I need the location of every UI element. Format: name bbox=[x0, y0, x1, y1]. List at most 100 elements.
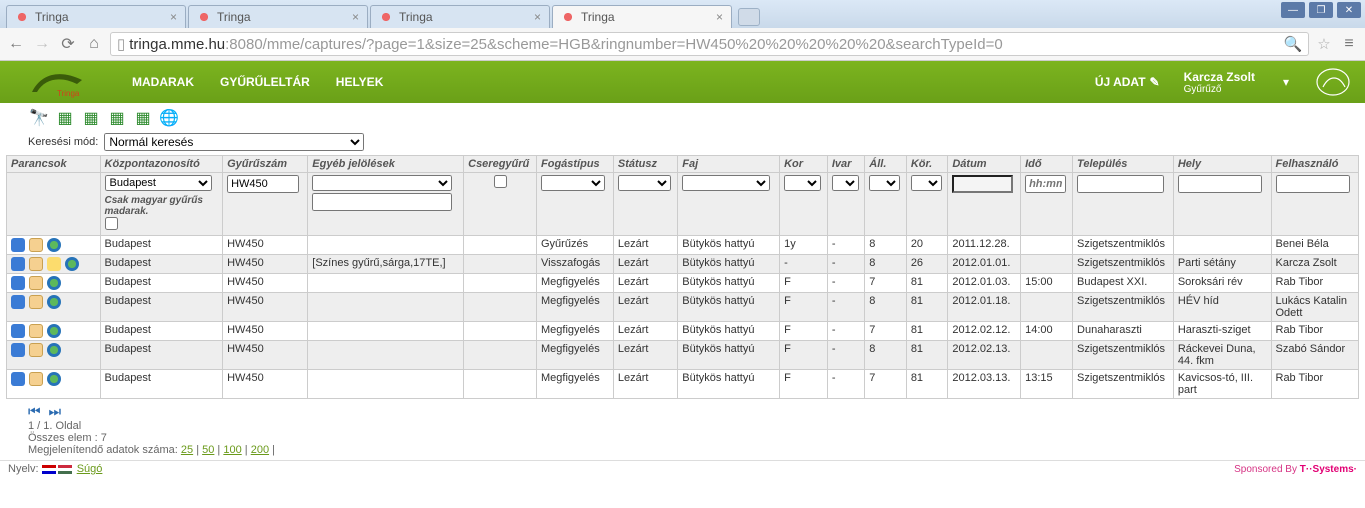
column-header[interactable]: Kör. bbox=[906, 156, 948, 173]
column-header[interactable]: Parancsok bbox=[7, 156, 101, 173]
new-tab-button[interactable] bbox=[738, 8, 760, 26]
browser-tab[interactable]: Tringa× bbox=[188, 5, 368, 28]
app-logo[interactable]: Tringa bbox=[12, 63, 102, 101]
export-excel-4-icon[interactable]: ▦ bbox=[132, 107, 154, 129]
nav-rings[interactable]: GYŰRŰLELTÁR bbox=[220, 75, 310, 89]
filter-othermark-select[interactable] bbox=[312, 175, 452, 191]
column-header[interactable]: Áll. bbox=[865, 156, 907, 173]
row-bird-icon[interactable] bbox=[11, 324, 25, 338]
lang-en-icon[interactable] bbox=[42, 465, 56, 474]
row-sheet-icon[interactable] bbox=[29, 276, 43, 290]
row-bird-icon[interactable] bbox=[11, 372, 25, 386]
column-header[interactable]: Dátum bbox=[948, 156, 1021, 173]
browser-tab[interactable]: Tringa× bbox=[6, 5, 186, 28]
binoculars-icon[interactable]: 🔭 bbox=[28, 107, 50, 129]
row-globe-icon[interactable] bbox=[65, 257, 79, 271]
row-globe-icon[interactable] bbox=[47, 276, 61, 290]
row-sheet-icon[interactable] bbox=[29, 295, 43, 309]
row-bird-icon[interactable] bbox=[11, 343, 25, 357]
window-maximize-button[interactable]: ❐ bbox=[1309, 2, 1333, 18]
globe-icon[interactable]: 🌐 bbox=[158, 107, 180, 129]
browser-tab[interactable]: Tringa× bbox=[552, 5, 732, 28]
filter-exchangering-checkbox[interactable] bbox=[494, 175, 507, 188]
column-header[interactable]: Státusz bbox=[613, 156, 677, 173]
column-header[interactable]: Kor bbox=[780, 156, 828, 173]
row-sheet-icon[interactable] bbox=[29, 372, 43, 386]
column-header[interactable]: Központazonosító bbox=[100, 156, 223, 173]
export-excel-3-icon[interactable]: ▦ bbox=[106, 107, 128, 129]
column-header[interactable]: Felhasználó bbox=[1271, 156, 1359, 173]
row-bird-icon[interactable] bbox=[11, 257, 25, 271]
filter-ring-input[interactable] bbox=[227, 175, 299, 193]
column-header[interactable]: Ivar bbox=[827, 156, 864, 173]
row-bird-icon[interactable] bbox=[11, 295, 25, 309]
filter-place-input[interactable] bbox=[1178, 175, 1262, 193]
filter-status[interactable] bbox=[618, 175, 671, 191]
filter-time-input[interactable] bbox=[1025, 175, 1066, 193]
nav-birds[interactable]: MADARAK bbox=[132, 75, 194, 89]
row-edit-icon[interactable] bbox=[47, 257, 61, 271]
chrome-menu-button[interactable]: ≡ bbox=[1339, 34, 1359, 54]
row-sheet-icon[interactable] bbox=[29, 324, 43, 338]
page-size-link[interactable]: 200 bbox=[251, 444, 269, 456]
browser-tab[interactable]: Tringa× bbox=[370, 5, 550, 28]
row-globe-icon[interactable] bbox=[47, 295, 61, 309]
column-header[interactable]: Hely bbox=[1173, 156, 1271, 173]
column-header[interactable]: Gyűrűszám bbox=[223, 156, 308, 173]
url-search-icon[interactable]: 🔍 bbox=[1284, 35, 1302, 53]
new-data-button[interactable]: ÚJ ADAT ✎ bbox=[1095, 75, 1160, 89]
column-header[interactable]: Faj bbox=[678, 156, 780, 173]
page-size-link[interactable]: 50 bbox=[202, 444, 214, 456]
filter-circumstance[interactable] bbox=[911, 175, 942, 191]
filter-hungarian-only-checkbox[interactable] bbox=[105, 217, 118, 230]
filter-age[interactable] bbox=[784, 175, 821, 191]
filter-capture-type[interactable] bbox=[541, 175, 605, 191]
column-header[interactable]: Település bbox=[1073, 156, 1174, 173]
window-close-button[interactable]: ✕ bbox=[1337, 2, 1361, 18]
column-header[interactable]: Fogástípus bbox=[537, 156, 614, 173]
nav-forward-button[interactable]: → bbox=[32, 34, 52, 54]
row-bird-icon[interactable] bbox=[11, 276, 25, 290]
mme-logo[interactable] bbox=[1313, 65, 1353, 99]
row-globe-icon[interactable] bbox=[47, 372, 61, 386]
column-header[interactable]: Idő bbox=[1021, 156, 1073, 173]
help-link[interactable]: Súgó bbox=[77, 463, 103, 475]
filter-othermark-input[interactable] bbox=[312, 193, 452, 211]
filter-sex[interactable] bbox=[832, 175, 859, 191]
user-menu-chevron-icon[interactable]: ▾ bbox=[1283, 75, 1289, 89]
row-globe-icon[interactable] bbox=[47, 238, 61, 252]
row-sheet-icon[interactable] bbox=[29, 238, 43, 252]
tab-close-icon[interactable]: × bbox=[170, 10, 177, 24]
nav-home-button[interactable]: ⌂ bbox=[84, 34, 104, 54]
export-excel-2-icon[interactable]: ▦ bbox=[80, 107, 102, 129]
pager-first-button[interactable]: ⏮ bbox=[28, 403, 43, 419]
tab-close-icon[interactable]: × bbox=[352, 10, 359, 24]
page-size-link[interactable]: 25 bbox=[181, 444, 193, 456]
column-header[interactable]: Egyéb jelölések bbox=[308, 156, 464, 173]
tab-close-icon[interactable]: × bbox=[534, 10, 541, 24]
nav-back-button[interactable]: ← bbox=[6, 34, 26, 54]
filter-condition[interactable] bbox=[869, 175, 900, 191]
filter-settlement-input[interactable] bbox=[1077, 175, 1164, 193]
url-input[interactable]: ▯ tringa.mme.hu:8080/mme/captures/?page=… bbox=[110, 32, 1309, 56]
page-size-link[interactable]: 100 bbox=[223, 444, 241, 456]
tab-close-icon[interactable]: × bbox=[716, 10, 723, 24]
pager-last-button[interactable]: ⏭ bbox=[49, 403, 64, 419]
nav-reload-button[interactable]: ⟳ bbox=[58, 34, 78, 54]
nav-places[interactable]: HELYEK bbox=[336, 75, 384, 89]
row-globe-icon[interactable] bbox=[47, 324, 61, 338]
filter-user-input[interactable] bbox=[1276, 175, 1351, 193]
row-sheet-icon[interactable] bbox=[29, 257, 43, 271]
user-menu[interactable]: Karcza Zsolt Gyűrűző bbox=[1184, 70, 1255, 95]
row-bird-icon[interactable] bbox=[11, 238, 25, 252]
bookmark-star-icon[interactable]: ☆ bbox=[1315, 35, 1333, 53]
lang-hu-icon[interactable] bbox=[58, 465, 72, 474]
export-excel-1-icon[interactable]: ▦ bbox=[54, 107, 76, 129]
filter-central-id[interactable]: Budapest bbox=[105, 175, 213, 191]
filter-species[interactable] bbox=[682, 175, 770, 191]
window-minimize-button[interactable]: — bbox=[1281, 2, 1305, 18]
search-mode-select[interactable]: Normál keresés bbox=[104, 133, 364, 151]
row-globe-icon[interactable] bbox=[47, 343, 61, 357]
filter-date-input[interactable] bbox=[952, 175, 1013, 193]
column-header[interactable]: Cseregyűrű bbox=[464, 156, 537, 173]
